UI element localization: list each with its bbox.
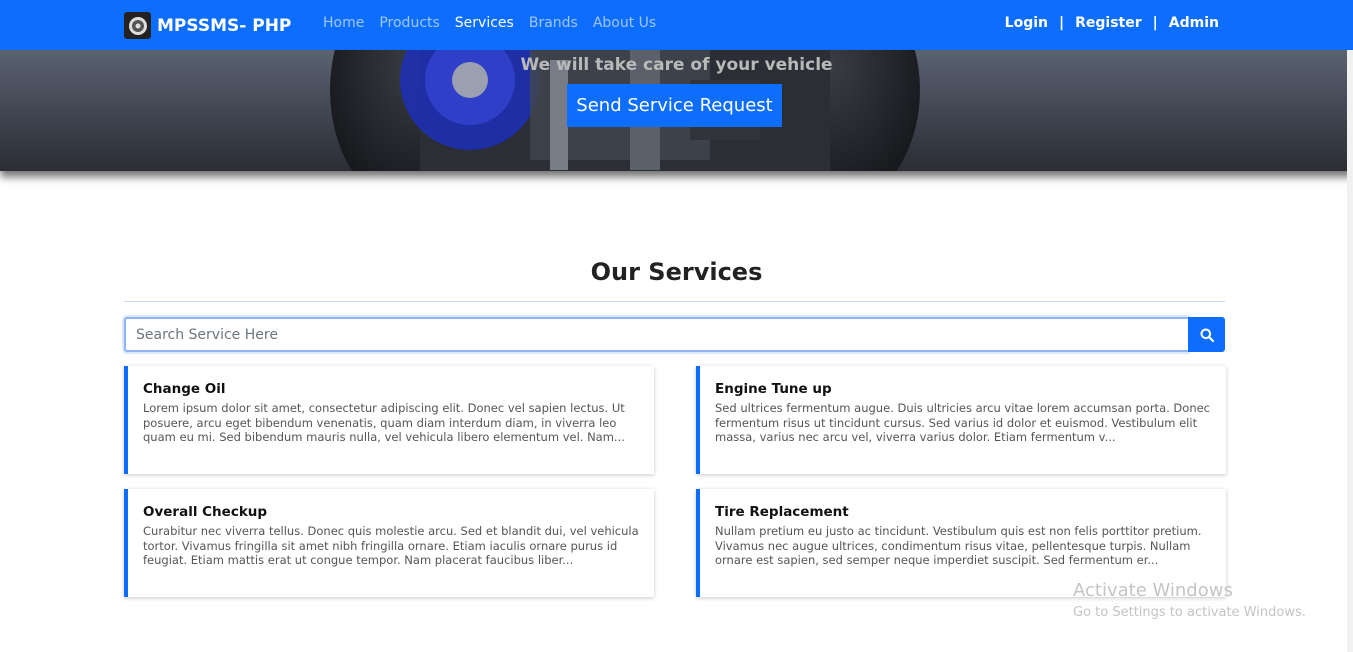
- service-card-description: Sed ultrices fermentum augue. Duis ultri…: [715, 401, 1211, 444]
- activate-windows-title: Activate Windows: [1073, 580, 1233, 601]
- send-service-request-button[interactable]: Send Service Request: [567, 84, 782, 127]
- service-card-title: Tire Replacement: [715, 504, 849, 520]
- nav-home[interactable]: Home: [323, 15, 364, 31]
- admin-link[interactable]: Admin: [1169, 15, 1219, 31]
- logo-icon: [124, 12, 151, 39]
- service-card-title: Engine Tune up: [715, 381, 832, 397]
- service-card-description: Nullam pretium eu justo ac tincidunt. Ve…: [715, 524, 1202, 567]
- nav-links: Home Products Services Brands About Us: [323, 15, 656, 31]
- separator: |: [1152, 15, 1158, 31]
- brand-name: MPSSMS- PHP: [157, 15, 292, 36]
- divider: [124, 301, 1225, 302]
- scrollbar[interactable]: [1347, 50, 1353, 652]
- hero-banner: We will take care of your vehicle Send S…: [0, 50, 1353, 171]
- services-title: Our Services: [590, 258, 763, 286]
- navbar: MPSSMS- PHP Home Products Services Brand…: [0, 0, 1353, 50]
- hero-subtitle: We will take care of your vehicle: [520, 55, 833, 75]
- nav-account-links: Login | Register | Admin: [1005, 15, 1219, 31]
- search-icon: [1200, 328, 1214, 342]
- service-card-engine-tune-up[interactable]: Engine Tune up Sed ultrices fermentum au…: [696, 366, 1226, 474]
- service-card-title: Overall Checkup: [143, 504, 268, 520]
- service-card-description: Lorem ipsum dolor sit amet, consectetur …: [143, 401, 625, 444]
- nav-products[interactable]: Products: [379, 15, 439, 31]
- service-card-change-oil[interactable]: Change Oil Lorem ipsum dolor sit amet, c…: [124, 366, 654, 474]
- service-card-overall-checkup[interactable]: Overall Checkup Curabitur nec viverra te…: [124, 489, 654, 597]
- brand-link[interactable]: MPSSMS- PHP: [124, 12, 291, 39]
- activate-windows-subtitle: Go to Settings to activate Windows.: [1073, 605, 1306, 620]
- nav-about-us[interactable]: About Us: [593, 15, 656, 31]
- search-input[interactable]: [124, 317, 1188, 352]
- nav-services[interactable]: Services: [455, 15, 514, 31]
- nav-brands[interactable]: Brands: [529, 15, 578, 31]
- service-card-title: Change Oil: [143, 381, 226, 397]
- register-link[interactable]: Register: [1075, 15, 1142, 31]
- separator: |: [1059, 15, 1065, 31]
- service-card-description: Curabitur nec viverra tellus. Donec quis…: [143, 524, 639, 567]
- login-link[interactable]: Login: [1005, 15, 1048, 31]
- service-search: [124, 317, 1225, 352]
- search-button[interactable]: [1188, 317, 1225, 352]
